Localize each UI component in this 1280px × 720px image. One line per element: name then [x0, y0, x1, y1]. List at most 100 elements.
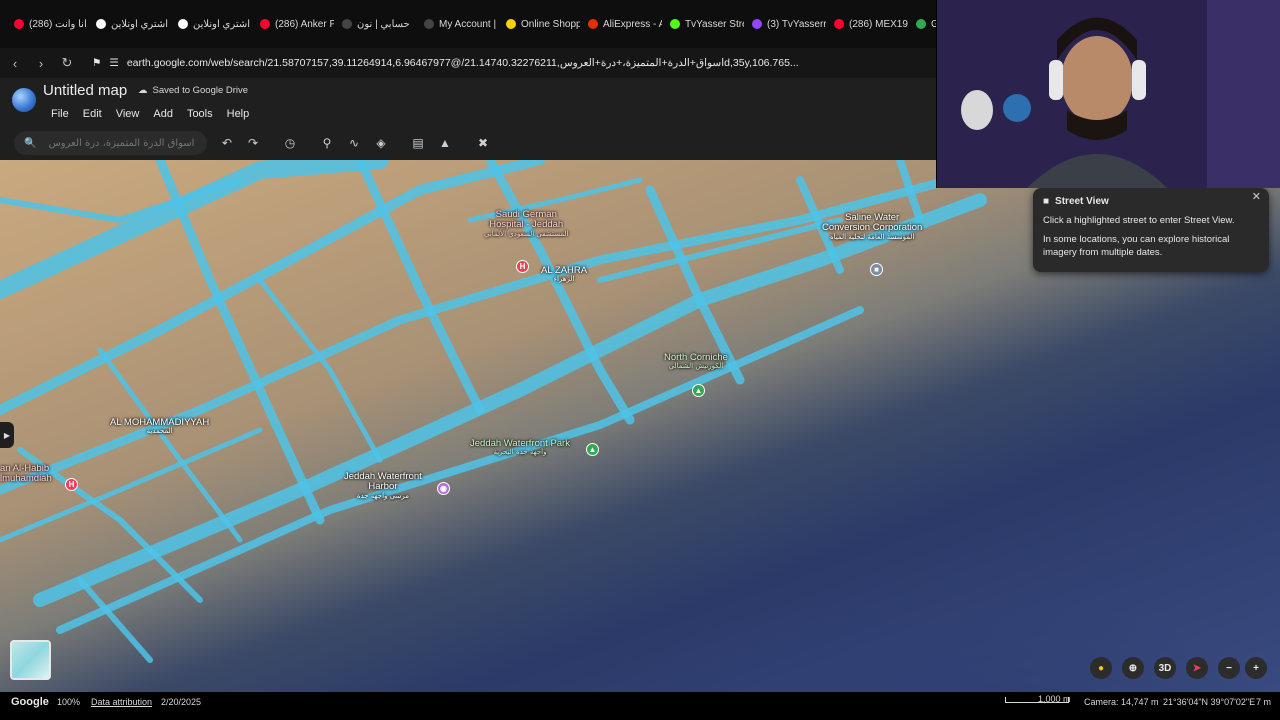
tab-label: (3) TvYasserr: [767, 18, 826, 30]
draw-path-icon[interactable]: ∿: [345, 134, 363, 152]
capture-icon[interactable]: ▲: [436, 134, 454, 152]
tab-label: اشتري اونلاين: [193, 18, 251, 30]
menu-edit[interactable]: Edit: [76, 108, 109, 120]
redo-icon[interactable]: ↷: [244, 134, 262, 152]
label-saline-text: Saline Water Conversion Corporation: [822, 212, 923, 234]
street-view-title: ■ Street View: [1043, 196, 1259, 207]
label-north-corniche[interactable]: North Corniche الكورنيش الشمالي: [664, 352, 728, 371]
cloud-icon: ☁: [138, 85, 148, 96]
label-al-mohammadiyyah[interactable]: AL MOHAMMADIYYAH المحمدية: [110, 417, 209, 436]
zoom-level: 100%: [57, 697, 81, 707]
label-al-habib-text: an Al-Habib lmuhamdiah: [0, 463, 52, 485]
label-saudi-german-ar: المستشفى السعودي الألماني: [484, 229, 569, 238]
google-logo: Google: [11, 696, 49, 708]
elevation: 7 m: [1256, 697, 1272, 707]
compass-icon[interactable]: ➤: [1186, 657, 1208, 679]
tab-favicon-icon: [14, 19, 24, 29]
ruler-icon[interactable]: ▤: [409, 134, 427, 152]
search-box[interactable]: 🔍: [14, 131, 207, 155]
pegman-icon[interactable]: ●: [1090, 657, 1112, 679]
browser-tab[interactable]: اشتري اونلاين: [170, 10, 252, 38]
forward-icon[interactable]: ›: [32, 54, 50, 72]
tab-label: اشتري اونلاين: [111, 18, 169, 30]
browser-tab[interactable]: (286) Anker P: [252, 10, 334, 38]
saved-status: ☁ Saved to Google Drive: [138, 85, 248, 96]
tab-favicon-icon: [342, 19, 352, 29]
label-saline-water[interactable]: Saline Water Conversion Corporation المؤ…: [822, 212, 923, 242]
add-placemark-icon[interactable]: ⚲: [318, 134, 336, 152]
status-bar: Google 100% Data attribution 2/20/2025 1…: [0, 692, 1280, 712]
browser-tab[interactable]: (286) انا وانت: [6, 10, 88, 38]
park-pin-icon[interactable]: ▲: [692, 384, 705, 397]
data-attribution-link[interactable]: Data attribution: [91, 697, 152, 707]
label-al-zahra-ar: الزهراء: [553, 275, 575, 284]
webcam-overlay: [936, 0, 1280, 188]
search-icon[interactable]: 🔍: [24, 138, 36, 149]
layers-icon[interactable]: ◈: [372, 134, 390, 152]
site-info-icon[interactable]: ☰: [109, 57, 118, 69]
menu-tools[interactable]: Tools: [180, 108, 220, 120]
hospital-pin-icon[interactable]: H: [516, 260, 529, 273]
label-saline-ar: المؤسسة العامة لتحلية المياه: [829, 232, 915, 241]
tab-favicon-icon: [916, 19, 926, 29]
browser-tab[interactable]: AliExpress - A: [580, 10, 662, 38]
tab-favicon-icon: [752, 19, 762, 29]
menu-view[interactable]: View: [109, 108, 147, 120]
streamer-webcam-image: [937, 0, 1280, 188]
label-waterfront-harbor[interactable]: Jeddah Waterfront Harbor مرسى واجهة جدة: [344, 471, 422, 501]
browser-tab[interactable]: Online Shopp: [498, 10, 580, 38]
tab-label: My Account |: [439, 18, 497, 30]
menu-file[interactable]: File: [44, 108, 76, 120]
park-pin-2-icon[interactable]: ▲: [586, 443, 599, 456]
browser-tab[interactable]: TvYasser Stre: [662, 10, 744, 38]
cursor-coordinates: 21°36'04"N 39°07'02"E: [1163, 697, 1256, 707]
undo-icon[interactable]: ↶: [218, 134, 236, 152]
tab-favicon-icon: [96, 19, 106, 29]
browser-tab[interactable]: My Account |: [416, 10, 498, 38]
toggle-3d-button[interactable]: 3D: [1154, 657, 1176, 679]
zoom-in-icon[interactable]: +: [1245, 657, 1267, 679]
tab-favicon-icon: [260, 19, 270, 29]
back-icon[interactable]: ‹: [6, 54, 24, 72]
saved-status-text: Saved to Google Drive: [152, 85, 249, 96]
menu-add[interactable]: Add: [146, 108, 180, 120]
tools-icon[interactable]: ✖: [474, 134, 492, 152]
bookmark-icon[interactable]: ⚑: [92, 57, 101, 69]
url-text: earth.google.com/web/search/21.58707157,…: [126, 57, 799, 69]
map-style-thumbnail[interactable]: [10, 640, 51, 680]
label-saudi-german-hospital[interactable]: Saudi German Hospital - Jeddah المستشفى …: [484, 209, 569, 239]
browser-tab[interactable]: اشتري اونلاين: [88, 10, 170, 38]
google-earth-logo-icon[interactable]: [12, 88, 36, 112]
reload-icon[interactable]: ↻: [58, 54, 76, 72]
zoom-out-icon[interactable]: −: [1218, 657, 1240, 679]
menu-help[interactable]: Help: [220, 108, 257, 120]
tab-label: Online Shopp: [521, 18, 580, 30]
my-location-icon[interactable]: ⊕: [1122, 657, 1144, 679]
expand-panel-icon[interactable]: ▶: [0, 422, 14, 448]
tab-favicon-icon: [506, 19, 516, 29]
search-input[interactable]: [44, 137, 195, 149]
camera-altitude: Camera: 14,747 m: [1084, 697, 1159, 707]
browser-tab[interactable]: حسابي | نون: [334, 10, 416, 38]
letterbox-bottom: [0, 712, 1280, 720]
tab-label: TvYasser Stre: [685, 18, 744, 30]
street-view-tooltip: ■ Street View ✕ Click a highlighted stre…: [1033, 188, 1269, 272]
hospital-pin-2-icon[interactable]: H: [65, 478, 78, 491]
building-pin-icon[interactable]: ■: [870, 263, 883, 276]
label-al-habib[interactable]: an Al-Habib lmuhamdiah: [0, 463, 52, 485]
menu-bar: File Edit View Add Tools Help: [44, 108, 256, 120]
label-al-zahra[interactable]: AL ZAHRA الزهراء: [541, 265, 587, 284]
map-title[interactable]: Untitled map: [43, 82, 127, 99]
street-view-line2: In some locations, you can explore histo…: [1043, 233, 1230, 258]
label-waterfront-harbor-text: Jeddah Waterfront Harbor: [344, 471, 422, 493]
label-saudi-german-text: Saudi German Hospital - Jeddah: [489, 209, 564, 231]
tab-favicon-icon: [588, 19, 598, 29]
street-view-line1: Click a highlighted street to enter Stre…: [1043, 215, 1235, 226]
label-waterfront-park[interactable]: Jeddah Waterfront Park واجهة جدة البحرية: [470, 438, 570, 457]
camera-pin-icon[interactable]: ◉: [437, 482, 450, 495]
history-icon[interactable]: ◷: [281, 134, 299, 152]
browser-tab[interactable]: (286) MEX19: [826, 10, 908, 38]
browser-tab[interactable]: (3) TvYasserr: [744, 10, 826, 38]
imagery-date: 2/20/2025: [161, 697, 202, 707]
close-icon[interactable]: ✕: [1252, 190, 1261, 203]
